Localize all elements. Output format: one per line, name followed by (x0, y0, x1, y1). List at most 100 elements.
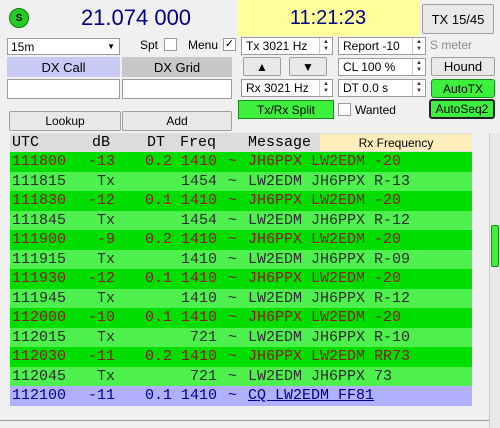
table-row[interactable]: 111930 -12 0.1 1410 ~ JH6PPX LW2EDM -20 (10, 269, 472, 289)
cell-db: -11 (87, 387, 115, 404)
tx-rx-split-button[interactable]: Tx/Rx Split (238, 100, 334, 119)
cell-freq: 1410 (180, 387, 217, 404)
cell-utc: 111800 (12, 153, 67, 170)
table-row[interactable]: 111830 -12 0.1 1410 ~ JH6PPX LW2EDM -20 (10, 191, 472, 211)
table-row[interactable]: 112015 Tx 721 ~ LW2EDM JH6PPX R-10 (10, 327, 472, 347)
wanted-label: Wanted (355, 103, 396, 117)
check-icon: ✓ (224, 38, 235, 50)
table-row[interactable]: 112030 -11 0.2 1410 ~ JH6PPX LW2EDM RR73 (10, 347, 472, 367)
cell-sep: ~ (228, 250, 238, 268)
cell-utc: 111930 (12, 270, 67, 287)
dx-grid-label: DX Grid (122, 57, 232, 77)
chevron-down-icon: ▼ (107, 42, 115, 51)
table-row[interactable]: 111915 Tx 1410 ~ LW2EDM JH6PPX R-09 (10, 249, 472, 269)
scrollbar-thumb[interactable] (491, 225, 499, 267)
cell-freq: 1410 (180, 250, 217, 268)
cell-msg: LW2EDM JH6PPX R-13 (248, 172, 411, 190)
cell-utc: 112100 (12, 387, 67, 404)
cell-freq: 1410 (180, 309, 217, 326)
header-freq: Freq (180, 134, 217, 151)
status-letter: S (15, 12, 23, 24)
dx-grid-input[interactable] (122, 79, 232, 99)
cl-spinbox[interactable]: CL 100 % ▲ ▼ (338, 58, 426, 76)
menu-checkbox[interactable]: ✓ (223, 38, 236, 51)
header-utc: UTC (12, 134, 40, 151)
cell-dt: 0.1 (144, 192, 172, 209)
dx-call-label: DX Call (7, 57, 120, 77)
table-row[interactable]: 111945 Tx 1410 ~ LW2EDM JH6PPX R-12 (10, 288, 472, 308)
spin-arrows-icon[interactable]: ▲ ▼ (319, 38, 332, 54)
cell-sep: ~ (228, 231, 238, 248)
table-row[interactable]: 112100 -11 0.1 1410 ~ CQ LW2EDM FF81 (10, 386, 472, 406)
cell-msg: LW2EDM JH6PPX 73 (248, 367, 393, 385)
spin-arrows-icon[interactable]: ▲ ▼ (412, 38, 425, 54)
cell-db: -9 (96, 231, 115, 248)
cell-freq: 1454 (180, 172, 217, 190)
tx-freq-up-button[interactable]: ▲ (243, 57, 281, 76)
cell-msg: JH6PPX LW2EDM -20 (248, 309, 402, 326)
cell-db: Tx (96, 289, 115, 307)
tx-frequency-value: Tx 3021 Hz (246, 39, 308, 53)
cell-msg: JH6PPX LW2EDM -20 (248, 153, 402, 170)
header-message: Message (248, 134, 312, 151)
cell-utc: 112045 (12, 367, 67, 385)
dial-frequency: 21.074 000 (80, 5, 192, 30)
tx-period-button[interactable]: TX 15/45 (422, 4, 494, 34)
cell-sep: ~ (228, 270, 238, 287)
clock-display: 11:21:23 (237, 0, 419, 36)
autotx-button[interactable]: AutoTX (431, 79, 495, 98)
table-row[interactable]: 111800 -13 0.2 1410 ~ JH6PPX LW2EDM -20 (10, 152, 472, 172)
band-value: 15m (11, 39, 35, 54)
table-row[interactable]: 111815 Tx 1454 ~ LW2EDM JH6PPX R-13 (10, 171, 472, 191)
hound-button[interactable]: Hound (431, 57, 495, 76)
cell-utc: 112030 (12, 348, 67, 365)
cell-freq: 1410 (180, 289, 217, 307)
cell-utc: 112015 (12, 328, 67, 346)
report-value: Report -10 (343, 39, 400, 53)
rx-frequency-value: Rx 3021 Hz (246, 81, 309, 95)
rx-frequency-spinbox[interactable]: Rx 3021 Hz ▲ ▼ (241, 79, 333, 97)
message-table: UTC dB DT Freq Message Rx Frequency 1118… (0, 133, 489, 428)
cell-msg: JH6PPX LW2EDM -20 (248, 192, 402, 209)
tx-frequency-spinbox[interactable]: Tx 3021 Hz ▲ ▼ (241, 37, 333, 55)
cell-sep: ~ (228, 387, 238, 404)
tx-freq-down-button[interactable]: ▼ (289, 57, 327, 76)
cell-msg: LW2EDM JH6PPX R-12 (248, 211, 411, 229)
cell-freq: 1410 (180, 348, 217, 365)
cell-msg: LW2EDM JH6PPX R-12 (248, 289, 411, 307)
table-row[interactable]: 111900 -9 0.2 1410 ~ JH6PPX LW2EDM -20 (10, 230, 472, 250)
cell-sep: ~ (228, 328, 238, 346)
cell-freq: 1410 (180, 192, 217, 209)
dt-spinbox[interactable]: DT 0.0 s ▲ ▼ (338, 79, 426, 97)
cell-db: -13 (87, 153, 115, 170)
spin-arrows-icon[interactable]: ▲ ▼ (412, 59, 425, 75)
cell-dt: 0.1 (144, 270, 172, 287)
cell-sep: ~ (228, 192, 238, 209)
cell-freq: 721 (189, 367, 217, 385)
cell-dt: 0.1 (144, 309, 172, 326)
table-row[interactable]: 112045 Tx 721 ~ LW2EDM JH6PPX 73 (10, 366, 472, 386)
header-db: dB (92, 134, 111, 151)
status-indicator-icon: S (9, 8, 29, 28)
spin-arrows-icon[interactable]: ▲ ▼ (319, 80, 332, 96)
wanted-checkbox[interactable] (338, 103, 351, 116)
cell-utc: 111945 (12, 289, 67, 307)
add-button[interactable]: Add (122, 111, 232, 131)
cell-dt: 0.2 (144, 153, 172, 170)
spin-arrows-icon[interactable]: ▲ ▼ (412, 80, 425, 96)
cell-msg: JH6PPX LW2EDM -20 (248, 231, 402, 248)
autoseq-button[interactable]: AutoSeq2 (429, 99, 495, 119)
cell-freq: 1410 (180, 270, 217, 287)
cell-msg: JH6PPX LW2EDM -20 (248, 270, 402, 287)
dx-call-input[interactable] (7, 79, 120, 99)
table-row[interactable]: 111845 Tx 1454 ~ LW2EDM JH6PPX R-12 (10, 210, 472, 230)
cell-db: Tx (96, 172, 115, 190)
band-select[interactable]: 15m ▼ (7, 38, 120, 55)
table-row[interactable]: 112000 -10 0.1 1410 ~ JH6PPX LW2EDM -20 (10, 308, 472, 328)
spt-checkbox[interactable] (164, 38, 177, 51)
report-spinbox[interactable]: Report -10 ▲ ▼ (338, 37, 426, 55)
cell-utc: 111815 (12, 172, 67, 190)
scrollbar[interactable] (489, 133, 500, 428)
lookup-button[interactable]: Lookup (9, 111, 121, 131)
cell-utc: 112000 (12, 309, 67, 326)
